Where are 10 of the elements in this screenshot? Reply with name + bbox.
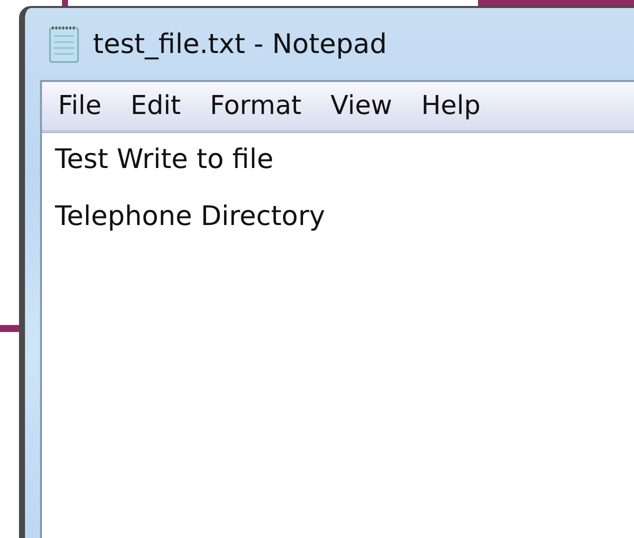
decorative-bar: [0, 325, 20, 332]
menu-item[interactable]: Edit: [118, 91, 192, 121]
text-line: Telephone Directory: [55, 200, 326, 234]
menu-item[interactable]: File: [46, 91, 113, 121]
notepad-icon: [47, 24, 81, 64]
text-line: Test Write to file: [55, 143, 274, 177]
menu-item[interactable]: Help: [409, 91, 492, 121]
menu-item[interactable]: Format: [198, 91, 312, 121]
menu-item[interactable]: View: [318, 91, 404, 121]
window-title: test_file.txt - Notepad: [93, 28, 387, 60]
